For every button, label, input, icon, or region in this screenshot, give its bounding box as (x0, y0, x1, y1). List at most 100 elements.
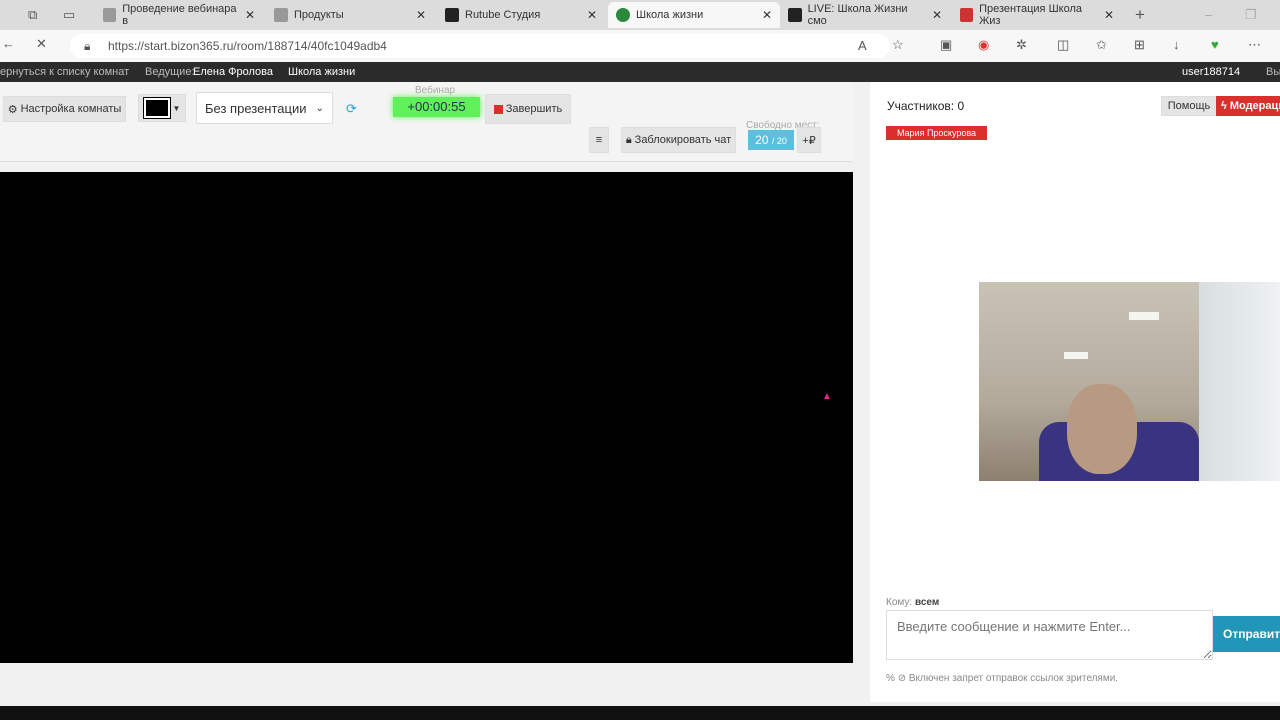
favorites-icon[interactable]: ✩ (1096, 37, 1107, 53)
user-badge[interactable]: Мария Проскурова (886, 126, 987, 140)
stop-icon[interactable]: ✕ (36, 36, 47, 52)
tab-title: Школа жизни (636, 9, 704, 21)
lightning-icon: ϟ (1221, 100, 1227, 112)
camera-button[interactable]: ▼ (138, 94, 186, 122)
chevron-down-icon: ⌄ (315, 102, 324, 114)
participants-count: Участников: 0 (887, 99, 965, 113)
close-icon[interactable]: ✕ (587, 8, 597, 22)
ceiling-light (1129, 312, 1159, 320)
webcam-video (979, 282, 1280, 481)
webinar-timer: +00:00:55 (393, 97, 480, 117)
back-icon[interactable]: ← (2, 36, 15, 51)
browser-tab-active[interactable]: Школа жизни ✕ (608, 2, 780, 28)
to-value[interactable]: всем (915, 597, 939, 608)
send-button[interactable]: Отправить (1213, 616, 1280, 652)
address-bar-row: ← ✕ 🔒︎ https://start.bizon365.ru/room/188… (0, 30, 1280, 62)
link-icon: % (886, 673, 895, 684)
total-seats: / 20 (771, 136, 787, 146)
window (1199, 282, 1280, 481)
select-value: Без презентации (205, 100, 307, 116)
button-label: Заблокировать чат (634, 134, 732, 146)
collections-icon[interactable]: ⊞ (1134, 37, 1145, 53)
add-seats-button[interactable]: +₽ (797, 127, 821, 153)
person-face (1067, 384, 1137, 474)
close-icon[interactable]: ✕ (416, 8, 426, 22)
pdf-icon (960, 8, 974, 22)
url-input[interactable]: 🔒︎ https://start.bizon365.ru/room/188714/… (70, 34, 890, 58)
restore-icon[interactable]: ❐ (1245, 7, 1257, 23)
free-seats-count: 20 (755, 133, 769, 147)
presentation-select[interactable]: Без презентации ⌄ (196, 92, 333, 124)
room-toolbar: ⚙ Настройка комнаты ▼ Без презентации ⌄ ⟳ … (0, 82, 853, 162)
taskbar-edge (0, 706, 1280, 720)
moderation-button[interactable]: ϟМодерация (1216, 96, 1280, 116)
tab-title: LIVE: Школа Жизни смо (807, 3, 908, 27)
download-icon[interactable]: ↓ (1173, 37, 1180, 52)
camera-icon (142, 97, 171, 119)
host-label: Ведущие: (145, 66, 195, 78)
favorite-icon[interactable]: ☆ (892, 37, 904, 53)
side-panel: Участников: 0 Помощь ϟМодерация Мария Пр… (870, 82, 1280, 702)
more-icon[interactable]: ⋯ (1248, 37, 1261, 53)
extension-icon[interactable]: ▣ (940, 37, 952, 53)
button-label: Модерация (1229, 100, 1280, 112)
menu-button[interactable]: ≡ (589, 127, 609, 153)
webinar-label: Вебинар (415, 85, 456, 96)
ban-icon: ⊘ (897, 673, 907, 684)
rutube-icon (445, 8, 459, 22)
close-icon[interactable]: ✕ (245, 8, 255, 22)
tab-title: Rutube Студия (465, 9, 541, 21)
browser-tab[interactable]: LIVE: Школа Жизни смо ✕ (780, 2, 950, 28)
close-icon[interactable]: ✕ (762, 8, 772, 22)
tab-actions-icon[interactable]: ▭ (63, 7, 75, 23)
split-screen-icon[interactable]: ◫ (1057, 37, 1069, 53)
caret-down-icon: ▼ (172, 103, 181, 113)
gear-icon: ⚙ (7, 103, 18, 116)
browser-tab[interactable]: Презентация Школа Жиз ✕ (952, 2, 1122, 28)
button-label: Завершить (505, 103, 563, 115)
room-settings-button[interactable]: ⚙ Настройка комнаты (3, 96, 126, 122)
browser-tab[interactable]: Продукты ✕ (266, 2, 434, 28)
back-to-rooms-link[interactable]: ернуться к списку комнат (0, 62, 129, 82)
note-text: Включен запрет отправок ссылок зрителями… (908, 673, 1119, 684)
browser-tab[interactable]: Rutube Студия ✕ (437, 2, 605, 28)
tab-title: Продукты (294, 9, 344, 21)
puzzle-icon[interactable]: ✲ (1016, 37, 1027, 53)
workspaces-icon[interactable]: ⧉ (28, 7, 37, 23)
record-icon[interactable]: ◉ (978, 37, 989, 53)
cursor-icon: ▲ (822, 391, 832, 402)
refresh-icon[interactable]: ⟳ (346, 101, 357, 117)
ceiling-light (1064, 352, 1088, 359)
minimize-icon[interactable]: – (1205, 7, 1212, 22)
lock-icon: 🔒︎ (84, 39, 91, 53)
video-area: ▲ (0, 172, 853, 663)
host-name: Елена Фролова (193, 66, 273, 78)
user-name[interactable]: user188714 (1182, 62, 1240, 82)
new-tab-icon[interactable]: + (1135, 5, 1145, 25)
exit-link[interactable]: Вы (1266, 62, 1280, 82)
tab-title: Презентация Школа Жиз (979, 3, 1082, 27)
room-name: Школа жизни (288, 66, 356, 78)
page-icon (103, 8, 117, 22)
room-nav: ернуться к списку комнат Ведущие: Елена … (0, 62, 1280, 82)
lock-icon: 🔒︎ (625, 133, 632, 146)
to-label: Кому: (886, 597, 913, 608)
link-policy-note: % ⊘ Включен запрет отправок ссылок зрите… (886, 673, 1118, 684)
browser-tab[interactable]: Проведение вебинара в ✕ (95, 2, 263, 28)
read-aloud-icon[interactable]: A (858, 38, 867, 53)
health-icon[interactable]: ♥ (1211, 37, 1219, 52)
close-icon[interactable]: ✕ (932, 8, 942, 22)
site-icon (616, 8, 630, 22)
close-icon[interactable]: ✕ (1104, 8, 1114, 22)
message-input[interactable] (886, 610, 1213, 660)
tab-bar: ⧉ ▭ Проведение вебинара в ✕ Продукты ✕ Rut… (0, 0, 1280, 30)
page-icon (274, 8, 288, 22)
button-label: Настройка комнаты (20, 103, 122, 115)
free-seats-badge: 20 / 20 (748, 130, 794, 150)
url-text: https://start.bizon365.ru/room/188714/40… (108, 39, 387, 53)
finish-button[interactable]: Завершить (485, 94, 571, 124)
recipient: Кому: всем (886, 597, 939, 608)
block-chat-button[interactable]: 🔒︎ Заблокировать чат (621, 127, 736, 153)
tab-title: Проведение вебинара в (122, 3, 237, 27)
help-button[interactable]: Помощь (1161, 96, 1217, 116)
